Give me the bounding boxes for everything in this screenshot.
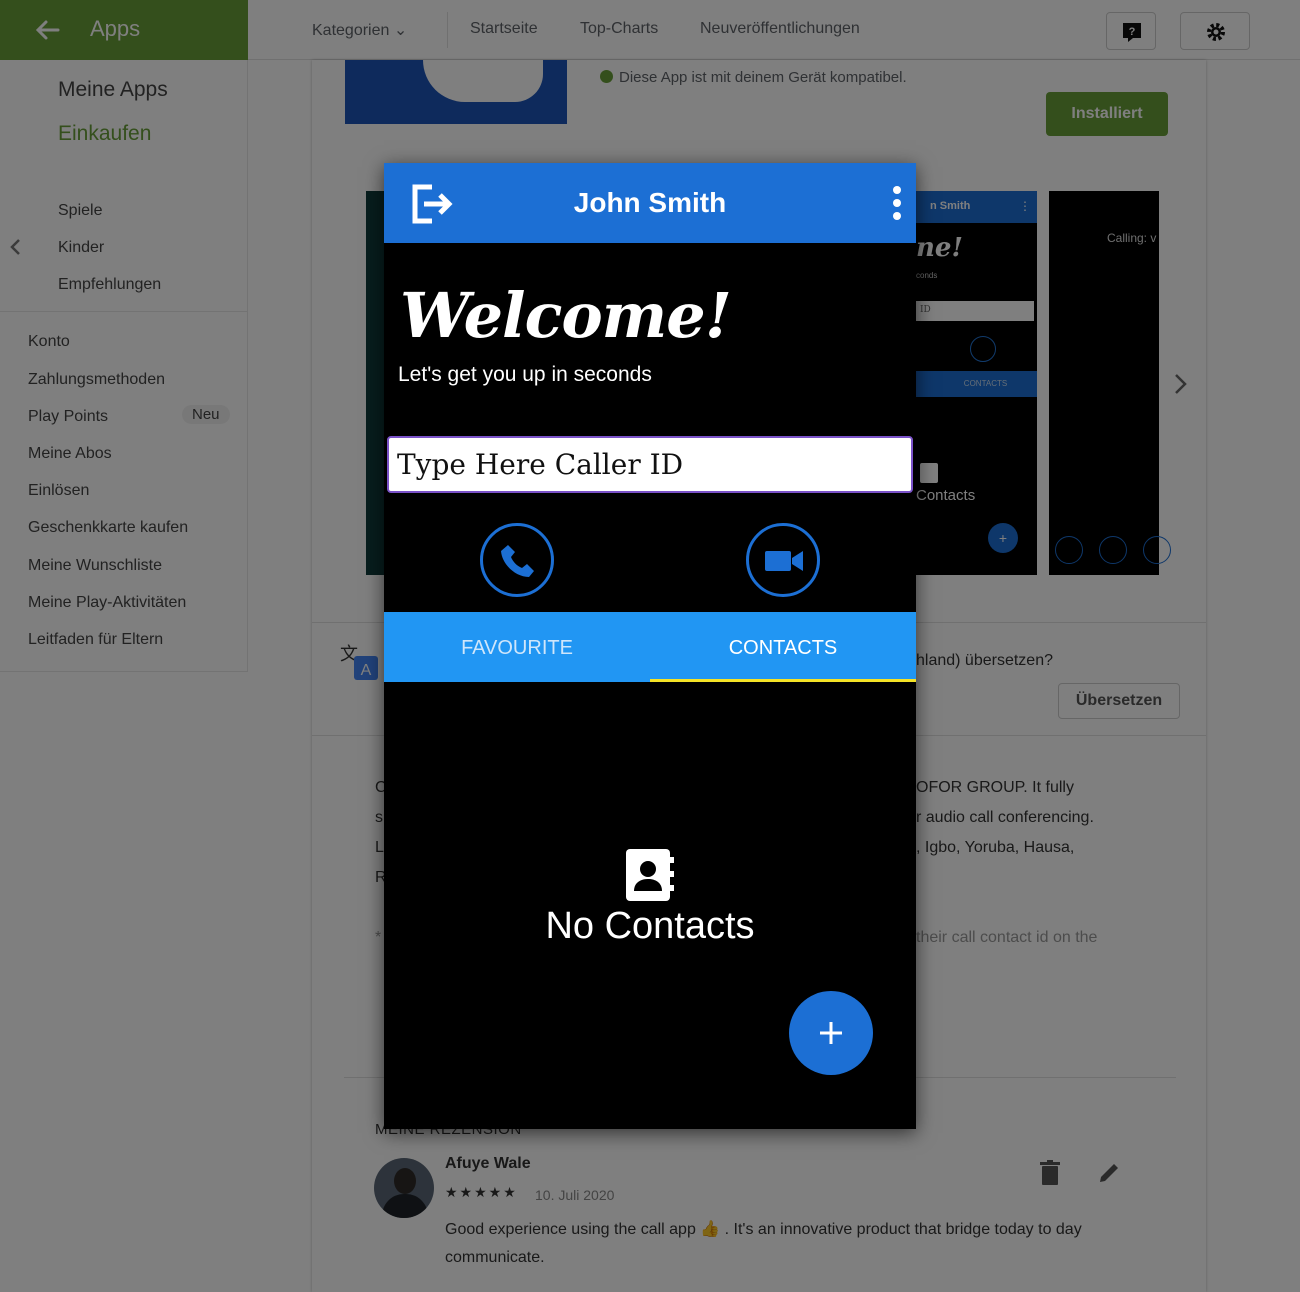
welcome-heading: Welcome! [400, 279, 732, 352]
add-contact-fab [789, 991, 873, 1075]
tab-favourite: FAVOURITE [461, 637, 573, 659]
video-call-button [746, 523, 820, 597]
caller-id-input: Type Here Caller ID [387, 436, 913, 493]
screenshot-lightbox: John Smith Welcome! Let's get you up in … [384, 163, 916, 1129]
plus-icon [820, 1022, 842, 1044]
welcome-subtitle: Let's get you up in seconds [398, 363, 652, 386]
more-vert-icon [893, 186, 901, 220]
phone-icon [501, 545, 534, 577]
app-bar: John Smith [384, 163, 916, 243]
voice-call-button [480, 523, 554, 597]
tab-bar: FAVOURITE CONTACTS [384, 612, 916, 682]
contact-book-icon [626, 849, 674, 901]
no-contacts-text: No Contacts [545, 905, 755, 947]
active-tab-indicator [650, 679, 916, 682]
app-bar-title: John Smith [573, 187, 727, 218]
video-camera-icon [765, 551, 803, 571]
tab-contacts: CONTACTS [728, 637, 838, 659]
